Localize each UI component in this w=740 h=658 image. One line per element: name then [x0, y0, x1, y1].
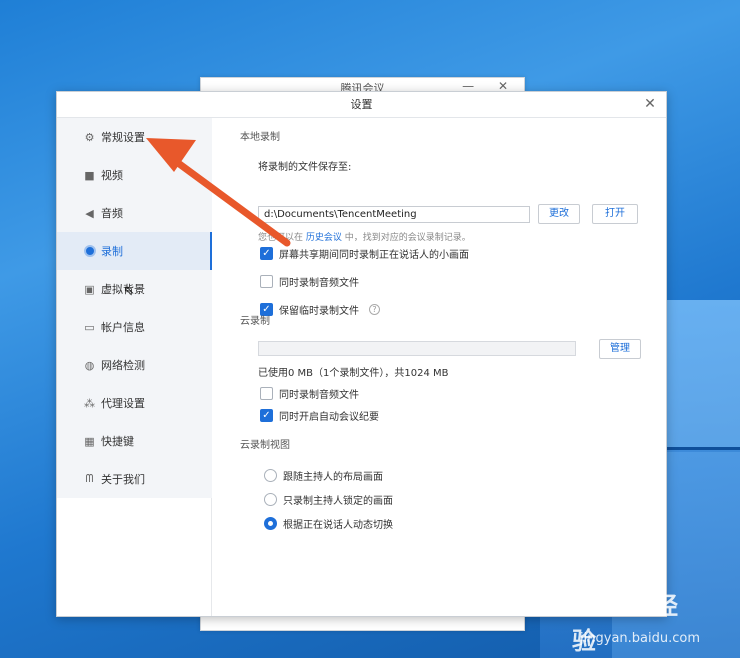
history-hint: 您也可以在 历史会议 中，找到对应的会议录制记录。 — [258, 230, 471, 243]
checkbox-auto-minutes[interactable]: ✓ 同时开启自动会议纪要 — [260, 408, 379, 423]
close-button[interactable]: ✕ — [640, 94, 660, 114]
keyboard-icon: ▦ — [84, 434, 95, 448]
sidebar-item-label: 快捷键 — [101, 435, 134, 448]
checkbox-label: 屏幕共享期间同时录制正在说话人的小画面 — [279, 250, 469, 261]
sidebar-item-label: 常规设置 — [101, 131, 145, 144]
radio-host-locked-only[interactable]: 只录制主持人锁定的画面 — [264, 492, 393, 507]
sidebar-item-label: 关于我们 — [101, 473, 145, 486]
checkbox-label: 保留临时录制文件 — [279, 306, 359, 317]
save-to-label: 将录制的文件保存至: — [258, 162, 352, 173]
mouse-cursor-icon: ⇖ — [123, 283, 135, 299]
manage-cloud-button[interactable]: 管理 — [599, 339, 641, 359]
baidu-paw-icon — [550, 592, 568, 610]
gear-icon: ⚙ — [84, 130, 95, 144]
sidebar-item-shortcuts[interactable]: ▦ 快捷键 — [57, 422, 212, 460]
sidebar-item-recording[interactable]: 录制 — [57, 232, 212, 270]
sidebar-item-label: 帐户信息 — [101, 321, 145, 334]
network-icon: ⁂ — [84, 396, 95, 410]
settings-sidebar: ⚙ 常规设置 ■ 视频 ◀ 音频 录制 ▣ 虚拟背景 ▭ 帐户信息 ◍ 网络检测… — [57, 118, 212, 616]
checkbox-checked-icon: ✓ — [260, 409, 273, 422]
help-icon[interactable]: ? — [369, 304, 380, 315]
radio-selected-icon — [264, 517, 277, 530]
recording-settings-panel: 本地录制 将录制的文件保存至: 更改 打开 您也可以在 历史会议 中，找到对应的… — [240, 118, 660, 616]
checkbox-label: 同时录制音频文件 — [279, 390, 359, 401]
globe-icon: ◍ — [84, 358, 95, 372]
sidebar-item-about[interactable]: ᗰ 关于我们 — [57, 460, 212, 498]
sidebar-item-video[interactable]: ■ 视频 — [57, 156, 212, 194]
checkbox-record-audio-file[interactable]: 同时录制音频文件 — [260, 274, 359, 289]
open-folder-button[interactable]: 打开 — [592, 204, 638, 224]
hint-text: 您也可以在 — [258, 233, 304, 243]
cloud-usage-text: 已使用0 MB（1个录制文件），共1024 MB — [258, 368, 449, 379]
sidebar-item-general[interactable]: ⚙ 常规设置 — [57, 118, 212, 156]
sidebar-item-label: 音频 — [101, 207, 123, 220]
record-icon — [83, 245, 96, 258]
local-recording-title: 本地录制 — [240, 132, 280, 143]
radio-follow-host-layout[interactable]: 跟随主持人的布局画面 — [264, 468, 383, 483]
sidebar-item-audio[interactable]: ◀ 音频 — [57, 194, 212, 232]
save-path-field[interactable] — [258, 206, 530, 223]
radio-label: 只录制主持人锁定的画面 — [283, 496, 393, 507]
checkbox-checked-icon: ✓ — [260, 247, 273, 260]
radio-dynamic-speaker[interactable]: 根据正在说话人动态切换 — [264, 516, 393, 531]
checkbox-label: 同时录制音频文件 — [279, 278, 359, 289]
cloud-storage-usage-bar — [258, 341, 576, 356]
checkbox-unchecked-icon — [260, 387, 273, 400]
checkbox-unchecked-icon — [260, 275, 273, 288]
sidebar-item-label: 网络检测 — [101, 359, 145, 372]
checkbox-label: 同时开启自动会议纪要 — [279, 412, 379, 423]
checkbox-cloud-record-audio[interactable]: 同时录制音频文件 — [260, 386, 359, 401]
card-icon: ▭ — [84, 320, 95, 334]
cloud-recording-title: 云录制 — [240, 312, 270, 327]
checkbox-keep-temp-files[interactable]: ✓ 保留临时录制文件 ? — [260, 302, 380, 317]
logo-icon: ᗰ — [85, 472, 94, 485]
dialog-title: 设置 — [57, 92, 666, 118]
cloud-recording-title-text: 云录制 — [240, 316, 270, 327]
sidebar-item-account[interactable]: ▭ 帐户信息 — [57, 308, 212, 346]
change-path-button[interactable]: 更改 — [538, 204, 580, 224]
sidebar-item-proxy[interactable]: ⁂ 代理设置 — [57, 384, 212, 422]
sidebar-item-label: 视频 — [101, 169, 123, 182]
radio-unselected-icon — [264, 469, 277, 482]
history-meetings-link[interactable]: 历史会议 — [306, 233, 342, 243]
checkbox-record-speaker-during-share[interactable]: ✓ 屏幕共享期间同时录制正在说话人的小画面 — [260, 246, 469, 261]
sidebar-item-network-test[interactable]: ◍ 网络检测 — [57, 346, 212, 384]
watermark-site: jingyan.baidu.com — [580, 631, 700, 646]
cloud-view-title: 云录制视图 — [240, 440, 290, 451]
speaker-icon: ◀ — [85, 206, 94, 220]
camera-icon: ■ — [84, 168, 95, 182]
baidu-jingyan-watermark: Baidu经验 jingyan.baidu.com — [550, 586, 700, 655]
sidebar-item-label: 录制 — [101, 245, 123, 258]
radio-label: 跟随主持人的布局画面 — [283, 472, 383, 483]
radio-unselected-icon — [264, 493, 277, 506]
person-icon: ▣ — [84, 282, 95, 296]
settings-dialog: 设置 ✕ ⚙ 常规设置 ■ 视频 ◀ 音频 录制 ▣ 虚拟背景 ▭ 帐户信息 ◍ — [56, 91, 667, 617]
sidebar-item-label: 代理设置 — [101, 397, 145, 410]
hint-text: 中，找到对应的会议录制记录。 — [344, 233, 471, 243]
radio-label: 根据正在说话人动态切换 — [283, 520, 393, 531]
